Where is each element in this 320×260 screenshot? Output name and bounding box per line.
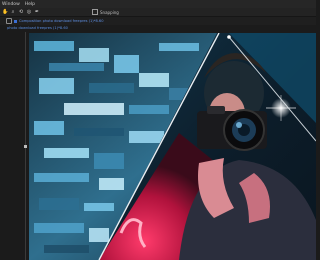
split-vertex [227,35,231,39]
rotate-tool-icon[interactable]: ⟲ [18,9,24,15]
composition-icon [14,19,17,23]
hand-tool-icon[interactable]: ✋ [2,9,8,15]
menu-window[interactable]: Window [2,2,20,7]
snapping-label: Snapping [100,9,119,15]
ruler-marker[interactable] [24,145,27,148]
snapping-toggle[interactable]: Snapping [92,9,119,15]
composition-tab-label: Composition photo download freepres (1)*… [19,19,104,23]
viewer-canvas [29,33,316,260]
left-gutter [0,32,23,260]
lock-icon[interactable] [6,18,12,24]
composition-panel-header: Composition photo download freepres (1)*… [0,17,316,25]
camera-icon [197,106,267,151]
menu-help[interactable]: Help [25,2,35,7]
composition-viewer[interactable] [29,33,316,260]
zoom-tool-icon[interactable]: ⌕ [10,9,16,15]
tools-toolbar: ✋ ⌕ ⟲ ◎ ✒ Snapping [0,8,316,17]
camera-tool-icon[interactable]: ◎ [26,9,32,15]
menu-bar: Window Help [0,0,316,8]
composition-tab[interactable]: Composition photo download freepres (1)*… [0,18,104,24]
snapping-checkbox[interactable] [92,9,98,15]
pen-tool-icon[interactable]: ✒ [34,9,40,15]
